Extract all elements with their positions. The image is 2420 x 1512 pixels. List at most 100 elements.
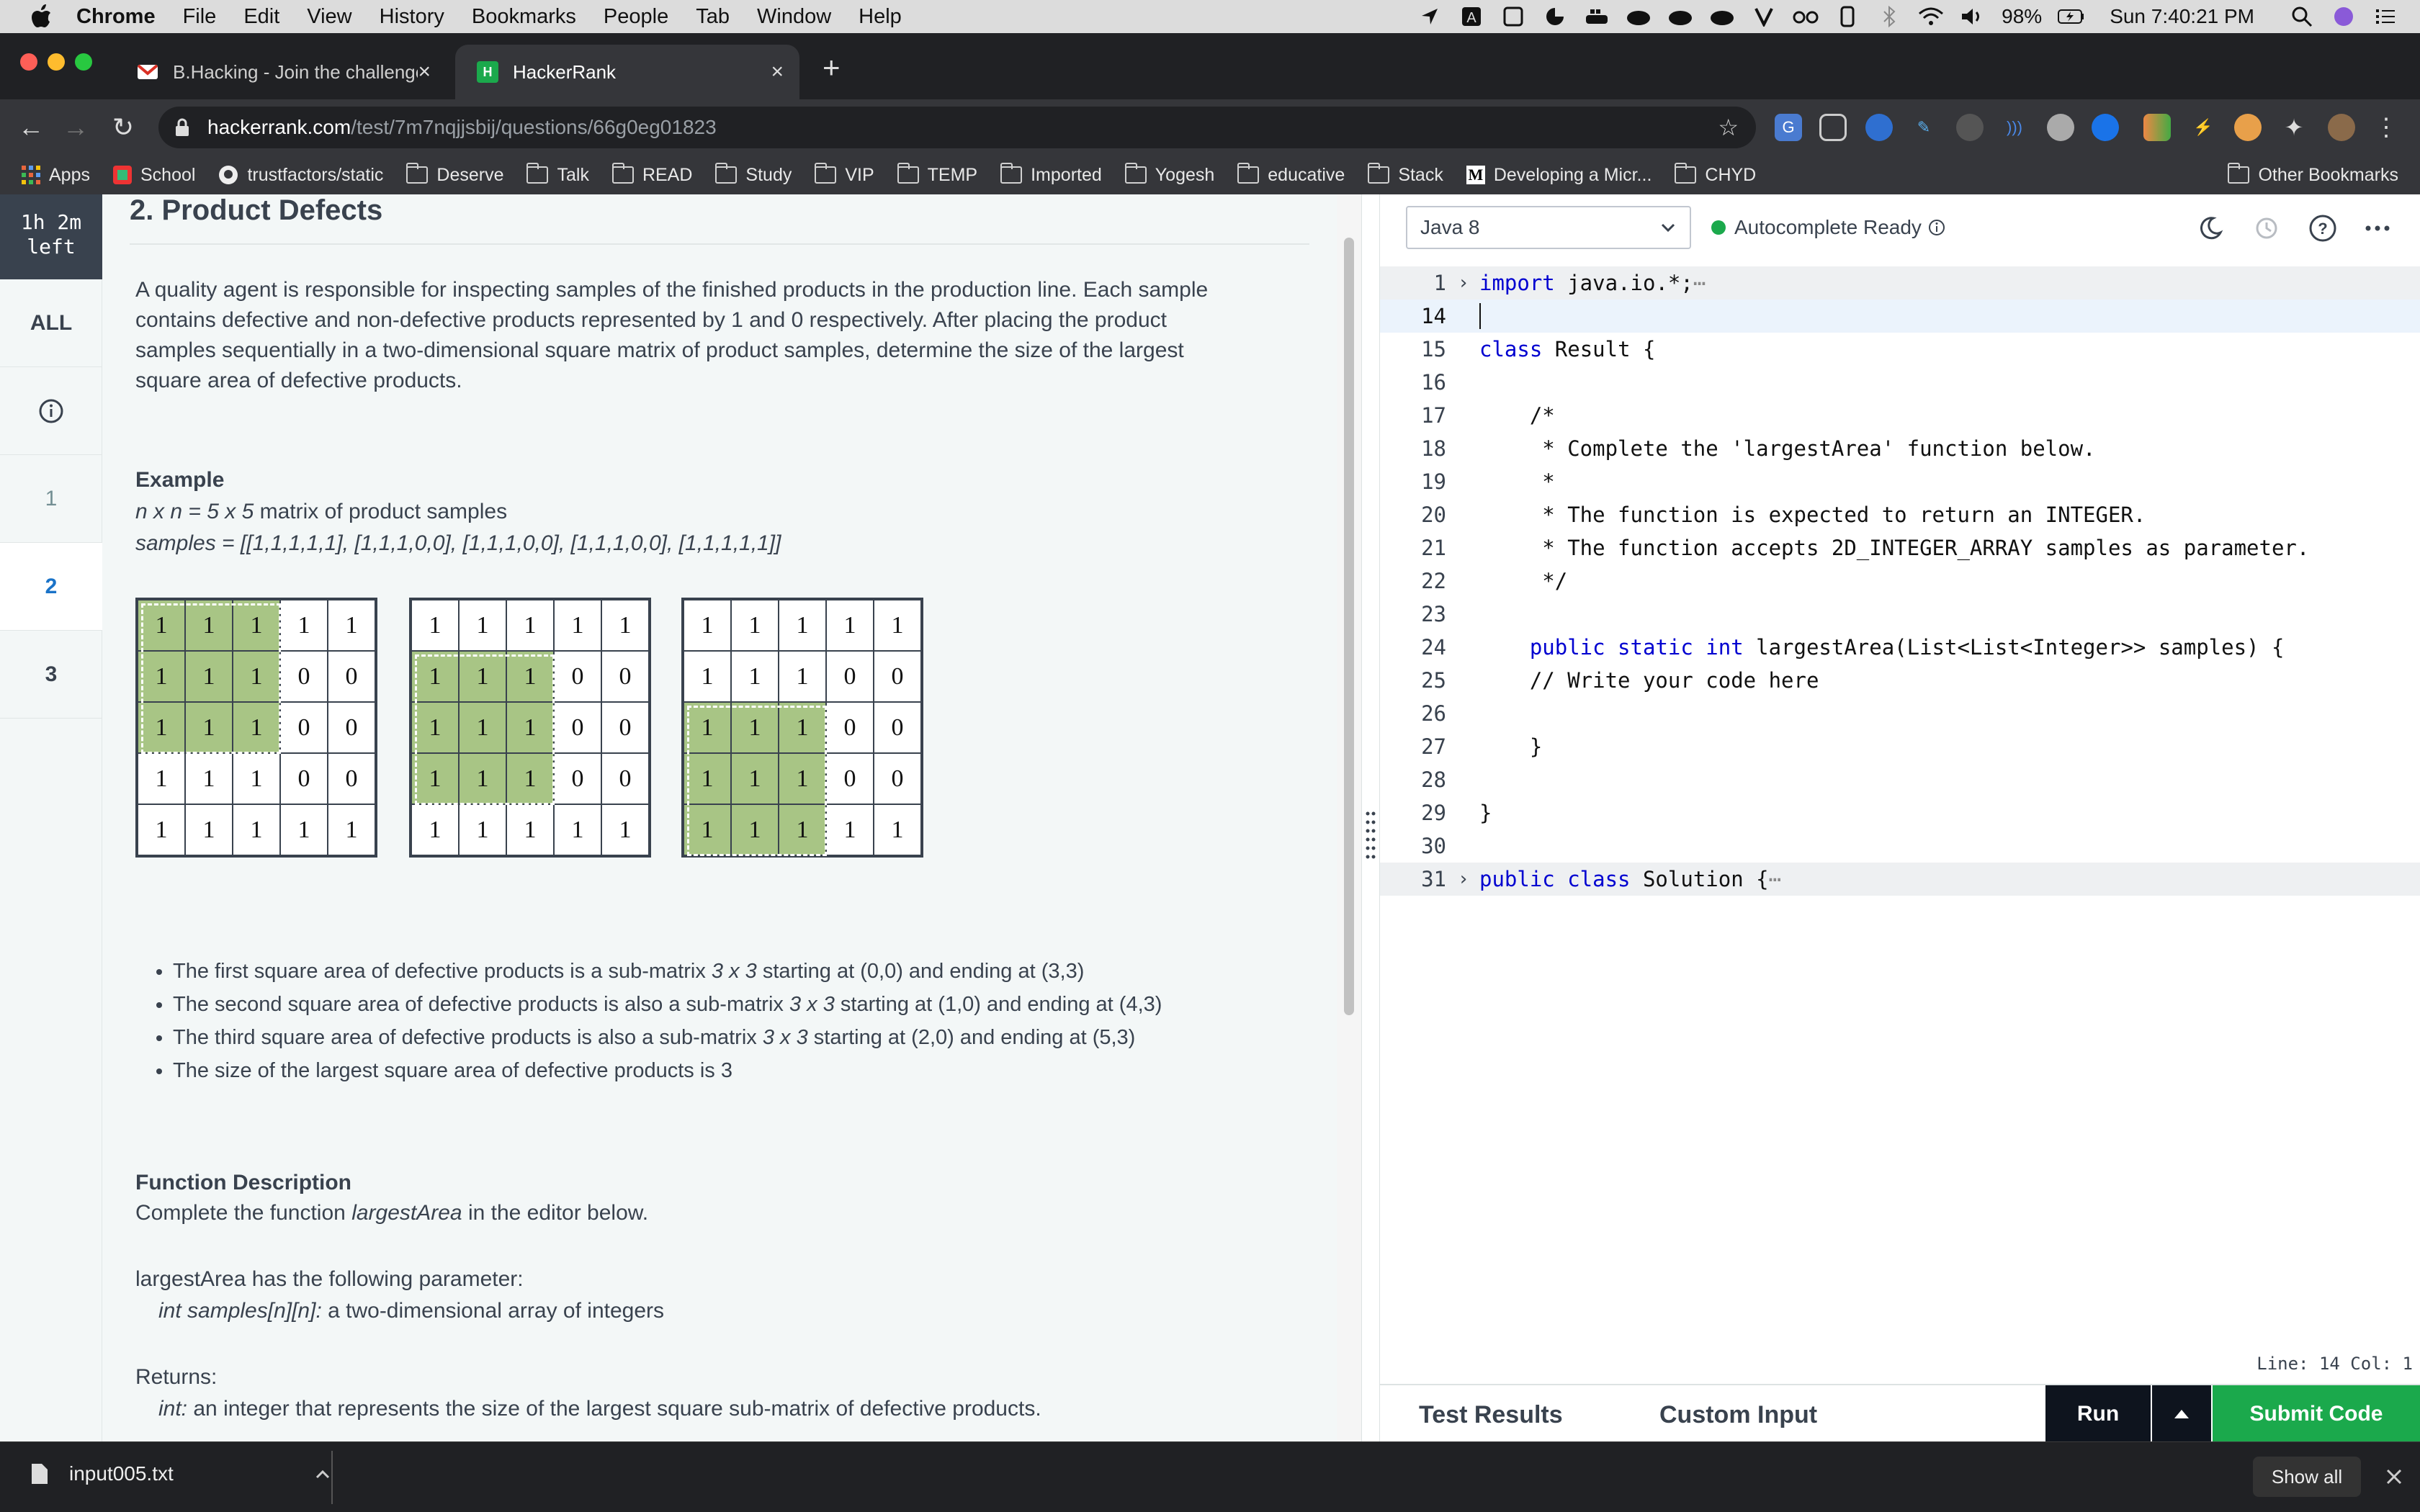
info-icon[interactable] [1927,218,1946,237]
folded-ellipsis[interactable]: ⋯ [1769,867,1781,891]
code-line[interactable]: 24 public static int largestArea(List<Li… [1380,631,2420,664]
code-area[interactable]: 1 › import java.io.*;⋯ 14 15 class Result {… [1380,266,2420,896]
code-line[interactable]: 31 › public class Solution {⋯ [1380,863,2420,896]
chrome-menu-icon[interactable]: ⋮ [2372,114,2400,141]
fold-arrow-icon[interactable]: › [1458,863,1469,896]
code-line[interactable]: 28 [1380,763,2420,796]
code-line[interactable]: 17 /* [1380,399,2420,432]
code-line[interactable]: 15 class Result { [1380,333,2420,366]
app-a-icon[interactable]: A [1458,4,1484,30]
tab-test-results[interactable]: Test Results [1419,1401,1563,1429]
address-bar[interactable]: hackerrank.com /test/7m7nqjjsbij/questio… [158,107,1756,148]
pocket-extension-icon[interactable] [1819,114,1847,141]
half-circle-icon[interactable] [1542,4,1568,30]
new-tab-button[interactable]: + [823,53,841,83]
problem-scrollbar[interactable] [1337,194,1361,1441]
bookmark-folder-educative[interactable]: educative [1237,163,1345,186]
lock-icon[interactable] [174,117,193,138]
bookmark-folder-deserve[interactable]: Deserve [406,163,503,186]
chevron-up-icon[interactable] [315,1469,331,1479]
siri-icon[interactable] [2331,4,2357,30]
bookmark-school[interactable]: School [112,165,195,186]
code-line[interactable]: 16 [1380,366,2420,399]
window-close-button[interactable] [20,53,37,71]
code-line[interactable]: 21 * The function accepts 2D_INTEGER_ARR… [1380,531,2420,564]
nav-question-2[interactable]: 2 [0,543,102,631]
menu-bookmarks[interactable]: Bookmarks [472,5,576,29]
pdf-icon[interactable] [1500,4,1526,30]
bookmark-developing-micro[interactable]: M Developing a Micr... [1466,165,1652,186]
battery-charging-icon[interactable] [2058,4,2084,30]
honey-extension-icon[interactable] [2234,114,2262,141]
wave-extension-icon[interactable]: ))) [2001,114,2028,141]
circle-extension-icon[interactable] [1865,114,1893,141]
code-line[interactable]: 27 } [1380,730,2420,763]
theme-toggle-moon-icon[interactable] [2192,210,2228,246]
menu-app-name[interactable]: Chrome [76,5,156,29]
docker-icon[interactable] [1584,4,1610,30]
folded-ellipsis[interactable]: ⋯ [1693,271,1706,295]
menu-edit[interactable]: Edit [243,5,279,29]
notification-center-icon[interactable] [2372,4,2398,30]
bookmark-folder-yogesh[interactable]: Yogesh [1124,163,1214,186]
menu-tab[interactable]: Tab [696,5,730,29]
grid-extension-icon[interactable] [2143,114,2171,141]
puzzle-extensions-icon[interactable]: ✦ [2280,114,2308,141]
reload-button[interactable]: ↻ [108,112,138,143]
bookmark-other-bookmarks[interactable]: Other Bookmarks [2228,163,2398,186]
bookmark-folder-talk[interactable]: Talk [526,163,589,186]
nav-all-questions[interactable]: ALL [0,279,102,367]
v-icon[interactable] [1751,4,1777,30]
history-icon[interactable] [2249,210,2285,246]
volume-icon[interactable] [1960,4,1986,30]
nav-info[interactable] [0,367,102,455]
apple-icon[interactable] [26,1,58,32]
sync-extension-icon[interactable] [2092,114,2119,141]
download-item[interactable]: input005.txt [30,1462,331,1485]
code-line[interactable]: 1 › import java.io.*;⋯ [1380,266,2420,300]
code-line[interactable]: 20 * The function is expected to return … [1380,498,2420,531]
code-line[interactable]: 22 */ [1380,564,2420,598]
location-arrow-icon[interactable] [1417,4,1443,30]
wifi-icon[interactable] [1918,4,1944,30]
forward-button[interactable]: → [60,112,91,143]
close-shelf-icon[interactable] [2385,1468,2403,1485]
bookmark-star-icon[interactable]: ☆ [1718,114,1739,141]
menu-file[interactable]: File [183,5,217,29]
record-extension-icon[interactable] [2047,114,2074,141]
menu-view[interactable]: View [307,5,351,29]
cloud-upload-icon[interactable] [1626,4,1652,30]
code-line[interactable]: 23 [1380,598,2420,631]
translate-extension-icon[interactable]: G [1775,114,1802,141]
run-options-button[interactable] [2152,1385,2211,1443]
menu-window[interactable]: Window [757,5,831,29]
menubar-clock[interactable]: Sun 7:40:21 PM [2110,5,2254,28]
bookmark-folder-vip[interactable]: VIP [815,163,874,186]
code-line-current[interactable]: 14 [1380,300,2420,333]
scrollbar-thumb[interactable] [1344,238,1354,1015]
nav-question-3[interactable]: 3 [0,631,102,719]
gesture-icon[interactable] [1834,4,1860,30]
code-line[interactable]: 26 [1380,697,2420,730]
drag-handle-icon[interactable] [1362,806,1379,864]
tab-custom-input[interactable]: Custom Input [1659,1401,1817,1429]
code-line[interactable]: 25 // Write your code here [1380,664,2420,697]
tab-close-icon[interactable]: × [418,60,431,84]
autocomplete-status[interactable]: Autocomplete Ready [1711,206,1946,249]
bookmark-folder-stack[interactable]: Stack [1368,163,1443,186]
submit-code-button[interactable]: Submit Code [2213,1385,2420,1443]
tab-hackerrank[interactable]: H HackerRank × [455,45,799,99]
run-button[interactable]: Run [2045,1385,2151,1443]
bookmark-folder-chyd[interactable]: CHYD [1675,163,1756,186]
window-minimize-button[interactable] [48,53,65,71]
profile-avatar-icon[interactable] [2328,114,2355,141]
window-zoom-button[interactable] [75,53,92,71]
bolt-extension-icon[interactable]: ⚡ [2190,114,2217,141]
bookmark-folder-temp[interactable]: TEMP [897,163,977,186]
code-line[interactable]: 30 [1380,829,2420,863]
code-line[interactable]: 29} [1380,796,2420,829]
spotlight-search-icon[interactable] [2289,4,2315,30]
lens-extension-icon[interactable] [1956,114,1984,141]
bookmark-trustfactors[interactable]: trustfactors/static [218,165,383,186]
bookmark-apps[interactable]: Apps [22,165,90,186]
